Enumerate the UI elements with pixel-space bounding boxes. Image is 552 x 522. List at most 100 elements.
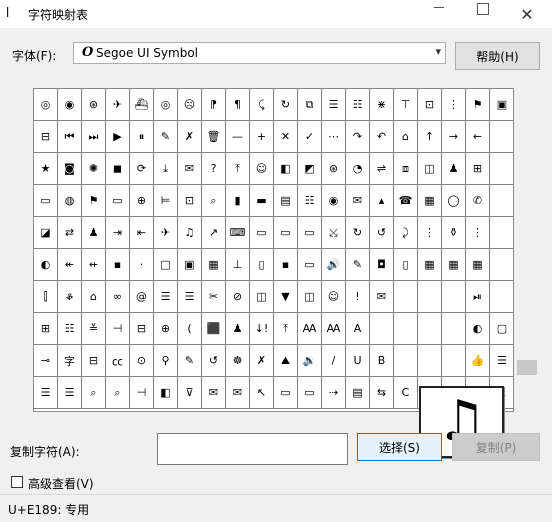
char-cell[interactable]: ☰ bbox=[178, 281, 202, 313]
char-cell[interactable]: → bbox=[442, 121, 466, 153]
char-cell[interactable]: ◘ bbox=[370, 249, 394, 281]
char-cell[interactable]: ✈ bbox=[154, 217, 178, 249]
char-cell[interactable]: A bbox=[346, 313, 370, 345]
char-cell[interactable]: ⌨ bbox=[226, 217, 250, 249]
char-cell[interactable]: ⊡ bbox=[418, 89, 442, 121]
char-cell[interactable]: ( bbox=[178, 313, 202, 345]
char-cell[interactable]: ☰ bbox=[58, 377, 82, 409]
char-cell[interactable]: ⌕ bbox=[106, 377, 130, 409]
char-cell[interactable]: ✗ bbox=[250, 345, 274, 377]
char-cell[interactable]: ☷ bbox=[298, 185, 322, 217]
char-cell[interactable]: ⊟ bbox=[82, 345, 106, 377]
char-cell[interactable]: ◐ bbox=[34, 249, 58, 281]
char-cell[interactable]: ▯ bbox=[394, 249, 418, 281]
char-cell[interactable]: ◫ bbox=[418, 153, 442, 185]
char-cell[interactable]: ✉ bbox=[370, 281, 394, 313]
char-cell[interactable]: ⌂ bbox=[394, 121, 418, 153]
char-cell[interactable]: ◧ bbox=[154, 377, 178, 409]
char-cell[interactable]: ⊞ bbox=[466, 153, 490, 185]
char-cell[interactable]: ✎ bbox=[154, 121, 178, 153]
char-cell[interactable]: ⊕ bbox=[130, 185, 154, 217]
char-cell[interactable]: ☸ bbox=[226, 345, 250, 377]
char-cell[interactable]: ↻ bbox=[346, 217, 370, 249]
char-cell[interactable]: ☰ bbox=[154, 281, 178, 313]
char-cell[interactable]: ⊟ bbox=[34, 121, 58, 153]
char-cell[interactable] bbox=[394, 313, 418, 345]
char-cell[interactable]: ▶ bbox=[106, 121, 130, 153]
copy-chars-input[interactable] bbox=[157, 433, 348, 465]
char-cell[interactable]: ⊽ bbox=[178, 377, 202, 409]
char-cell[interactable]: ✓ bbox=[298, 121, 322, 153]
char-cell[interactable] bbox=[418, 313, 442, 345]
char-cell[interactable]: ⋮ bbox=[442, 89, 466, 121]
char-cell[interactable]: ▮ bbox=[226, 185, 250, 217]
char-cell[interactable]: ⊣ bbox=[130, 377, 154, 409]
char-cell[interactable]: ▦ bbox=[466, 249, 490, 281]
char-cell[interactable]: ⇢ bbox=[322, 377, 346, 409]
char-cell[interactable]: Ꜳ bbox=[322, 313, 346, 345]
char-cell[interactable]: ⬛ bbox=[202, 313, 226, 345]
char-cell[interactable]: ∞ bbox=[106, 281, 130, 313]
char-cell[interactable]: ≚ bbox=[82, 313, 106, 345]
char-cell[interactable]: ! bbox=[346, 281, 370, 313]
char-cell[interactable]: 👍 bbox=[466, 345, 490, 377]
char-cell[interactable]: ▭ bbox=[34, 185, 58, 217]
char-cell[interactable]: ⤩ bbox=[322, 217, 346, 249]
char-cell[interactable]: ◔ bbox=[346, 153, 370, 185]
char-cell[interactable]: ⋇ bbox=[370, 89, 394, 121]
char-cell[interactable]: ⚱ bbox=[442, 217, 466, 249]
char-cell[interactable]: ▴ bbox=[370, 185, 394, 217]
char-cell[interactable]: Ꜳ bbox=[298, 313, 322, 345]
char-cell[interactable]: ⤸ bbox=[394, 217, 418, 249]
char-cell[interactable]: ⊡ bbox=[178, 185, 202, 217]
char-cell[interactable]: ☷ bbox=[346, 89, 370, 121]
char-cell[interactable]: ☰ bbox=[322, 89, 346, 121]
char-cell[interactable]: ? bbox=[202, 153, 226, 185]
char-cell[interactable]: 🔊 bbox=[322, 249, 346, 281]
char-cell[interactable]: ⋯ bbox=[322, 121, 346, 153]
char-cell[interactable]: ⏮ bbox=[58, 121, 82, 153]
char-cell[interactable]: ⋮ bbox=[466, 217, 490, 249]
char-cell[interactable]: ⌕ bbox=[82, 377, 106, 409]
char-cell[interactable]: ▦ bbox=[418, 185, 442, 217]
char-cell[interactable]: ▪ bbox=[274, 249, 298, 281]
char-cell[interactable]: ▬ bbox=[250, 185, 274, 217]
char-cell[interactable]: / bbox=[322, 345, 346, 377]
char-cell[interactable]: ⤓ bbox=[154, 153, 178, 185]
char-cell[interactable]: ✉ bbox=[202, 377, 226, 409]
char-cell[interactable]: ▯ bbox=[250, 249, 274, 281]
char-cell[interactable]: ⁋ bbox=[202, 89, 226, 121]
char-cell[interactable]: ቆ bbox=[58, 281, 82, 313]
char-cell[interactable]: ☎ bbox=[394, 185, 418, 217]
char-cell[interactable]: ☹ bbox=[178, 89, 202, 121]
char-cell[interactable]: ↖ bbox=[250, 377, 274, 409]
char-cell[interactable]: U bbox=[346, 345, 370, 377]
char-cell[interactable]: C bbox=[394, 377, 418, 409]
char-cell[interactable]: ▢ bbox=[490, 313, 514, 345]
char-cell[interactable]: ㏄ bbox=[106, 345, 130, 377]
char-cell[interactable]: ⛰ bbox=[274, 345, 298, 377]
char-cell[interactable] bbox=[394, 281, 418, 313]
char-cell[interactable]: ✈ bbox=[106, 89, 130, 121]
advanced-view-checkbox[interactable] bbox=[11, 476, 23, 488]
char-cell[interactable]: ⇤ bbox=[130, 217, 154, 249]
char-cell[interactable]: ☷ bbox=[58, 313, 82, 345]
char-cell[interactable]: ⊙ bbox=[130, 345, 154, 377]
char-cell[interactable]: ◍ bbox=[58, 185, 82, 217]
char-cell[interactable]: ⚑ bbox=[82, 185, 106, 217]
char-cell[interactable] bbox=[490, 217, 514, 249]
char-cell[interactable]: ♫ bbox=[178, 217, 202, 249]
char-cell[interactable]: ⏯ bbox=[466, 281, 490, 313]
char-cell[interactable]: ↞ bbox=[58, 249, 82, 281]
char-cell[interactable]: ▦ bbox=[418, 249, 442, 281]
char-cell[interactable]: ✕ bbox=[274, 121, 298, 153]
char-cell[interactable]: ⊛ bbox=[322, 153, 346, 185]
char-cell[interactable] bbox=[490, 121, 514, 153]
help-button[interactable]: 帮助(H) bbox=[455, 42, 540, 70]
char-cell[interactable]: ← bbox=[466, 121, 490, 153]
char-cell[interactable]: ⧉ bbox=[298, 89, 322, 121]
char-cell[interactable]: ▭ bbox=[274, 217, 298, 249]
char-cell[interactable]: □ bbox=[154, 249, 178, 281]
char-cell[interactable]: — bbox=[226, 121, 250, 153]
char-cell[interactable]: ⊣ bbox=[106, 313, 130, 345]
